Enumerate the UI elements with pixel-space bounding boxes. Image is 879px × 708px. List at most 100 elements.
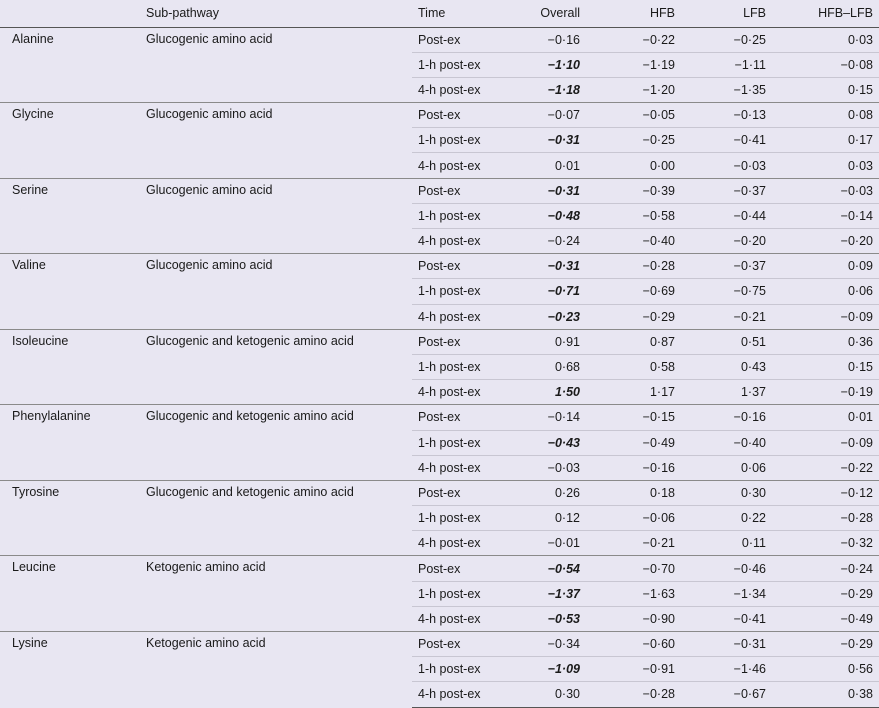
overall-value: 0·68 (518, 353, 586, 380)
hfb-value: −0·28 (586, 253, 681, 279)
header-lfb: LFB (681, 0, 772, 28)
time-point: 1-h post-ex (412, 278, 518, 305)
table-row: Tyrosine Glucogenic and ketogenic amino a… (0, 479, 879, 556)
hfb-lfb-value: −0·09 (772, 429, 879, 456)
overall-value: 0·91 (518, 328, 586, 355)
overall-value: 0·26 (518, 479, 586, 506)
time-point: Post-ex (412, 328, 518, 355)
time-point: 1-h post-ex (412, 429, 518, 456)
time-point: 4-h post-ex (412, 605, 518, 632)
hfb-value: 0·58 (586, 353, 681, 380)
hfb-value: −0·21 (586, 530, 681, 556)
lfb-value: −0·37 (681, 177, 772, 204)
time-point: Post-ex (418, 32, 461, 47)
overall-value: 0·30 (518, 681, 586, 708)
time-point: 4-h post-ex (412, 681, 518, 708)
header-time: Time (412, 0, 518, 28)
hfb-value: −0·28 (586, 681, 681, 708)
hfb-value: −0·91 (586, 656, 681, 682)
header-metabolite (0, 0, 140, 28)
overall-value: −0·48 (518, 202, 586, 229)
table-row: Isoleucine Glucogenic and ketogenic amino… (0, 328, 879, 405)
table-row: Glycine Glucogenic amino acid Post-ex −0·07… (0, 102, 879, 179)
lfb-value: 0·43 (681, 353, 772, 380)
header-hfb: HFB (586, 0, 681, 28)
lfb-value: 0·06 (681, 454, 772, 481)
time-point: 1-h post-ex (412, 580, 518, 607)
hfb-lfb-value: −0·09 (772, 303, 879, 330)
lfb-value: −0·40 (681, 429, 772, 456)
table-row: Lysine Ketogenic amino acid Post-ex −0·34 −0… (0, 630, 879, 708)
hfb-value: −1·20 (586, 76, 681, 103)
time-point: 4-h post-ex (412, 454, 518, 481)
hfb-lfb-value: −0·49 (772, 605, 879, 632)
lfb-value: −0·46 (681, 555, 772, 582)
hfb-lfb-value: 0·36 (772, 328, 879, 355)
hfb-value: −1·63 (586, 580, 681, 607)
time-point: 4-h post-ex (412, 379, 518, 405)
hfb-lfb-value: 0·06 (772, 278, 879, 305)
overall-value: −1·18 (518, 76, 586, 103)
table-row: Serine Glucogenic amino acid Post-ex −0·31−… (0, 177, 879, 254)
overall-value: 0·12 (518, 505, 586, 531)
hfb-lfb-value: 0·38 (772, 681, 879, 708)
hfb-value: −0·69 (586, 278, 681, 305)
lfb-value: 0·22 (681, 505, 772, 531)
overall-value: −1·09 (518, 656, 586, 682)
sub-pathway: Ketogenic amino acid (140, 631, 412, 708)
hfb-value: −0·22 (642, 32, 675, 47)
hfb-value: −1·19 (586, 51, 681, 78)
time-point: 1-h post-ex (412, 505, 518, 531)
lfb-value: −0·13 (681, 102, 772, 128)
overall-value: −0·14 (518, 404, 586, 430)
metabolite-name: Serine (0, 177, 140, 254)
overall-value: −0·23 (518, 303, 586, 330)
sub-pathway: Glucogenic amino acid (140, 253, 412, 330)
hfb-value: −0·16 (586, 454, 681, 481)
hfb-value: 0·87 (586, 328, 681, 355)
time-point: Post-ex (412, 177, 518, 204)
lfb-value: 0·11 (681, 530, 772, 556)
time-point: 1-h post-ex (412, 51, 518, 78)
sub-pathway: Glucogenic amino acid (140, 102, 412, 179)
sub-pathway: Glucogenic amino acid (140, 177, 412, 254)
hfb-lfb-value: 0·15 (772, 353, 879, 380)
table-row: Valine Glucogenic amino acid Post-ex −0·31−… (0, 253, 879, 330)
overall-value: −0·71 (518, 278, 586, 305)
hfb-lfb-value: −0·08 (772, 51, 879, 78)
overall-value: −0·01 (518, 530, 586, 556)
time-point: Post-ex (412, 253, 518, 279)
hfb-lfb-value: −0·14 (772, 202, 879, 229)
lfb-value: −1·34 (681, 580, 772, 607)
table-body: Alanine Glucogenic amino acid Post-ex −0·16… (0, 27, 879, 708)
hfb-lfb-value: 0·17 (772, 127, 879, 153)
time-point: Post-ex (412, 102, 518, 128)
metabolite-name: Isoleucine (0, 328, 140, 405)
hfb-value: −0·40 (586, 227, 681, 254)
hfb-lfb-value: −0·32 (772, 530, 879, 556)
hfb-lfb-value: −0·24 (772, 555, 879, 582)
header-overall: Overall (518, 0, 586, 28)
lfb-value: −1·11 (681, 51, 772, 78)
hfb-lfb-value: 0·56 (772, 656, 879, 682)
hfb-value: −0·70 (586, 555, 681, 582)
metabolite-name: Phenylalanine (0, 404, 140, 481)
lfb-value: −0·31 (681, 630, 772, 657)
sub-pathway: Glucogenic amino acid (146, 31, 273, 46)
time-point: 4-h post-ex (412, 227, 518, 254)
overall-value: −0·54 (518, 555, 586, 582)
overall-value: −1·37 (518, 580, 586, 607)
hfb-value: −0·49 (586, 429, 681, 456)
table-row: Alanine Glucogenic amino acid Post-ex −0·16… (0, 27, 879, 52)
lfb-value: −1·46 (681, 656, 772, 682)
lfb-value: −0·37 (681, 253, 772, 279)
sub-pathway: Glucogenic and ketogenic amino acid (140, 404, 412, 481)
sub-pathway: Glucogenic and ketogenic amino acid (140, 479, 412, 556)
time-point: 4-h post-ex (412, 152, 518, 179)
hfb-value: 0·00 (586, 152, 681, 179)
hfb-lfb-value: −0·29 (772, 580, 879, 607)
table-row: Leucine Ketogenic amino acid Post-ex −0·54−… (0, 555, 879, 632)
overall-value: −0·24 (518, 227, 586, 254)
overall-value: −0·31 (518, 253, 586, 279)
overall-value: −0·03 (518, 454, 586, 481)
